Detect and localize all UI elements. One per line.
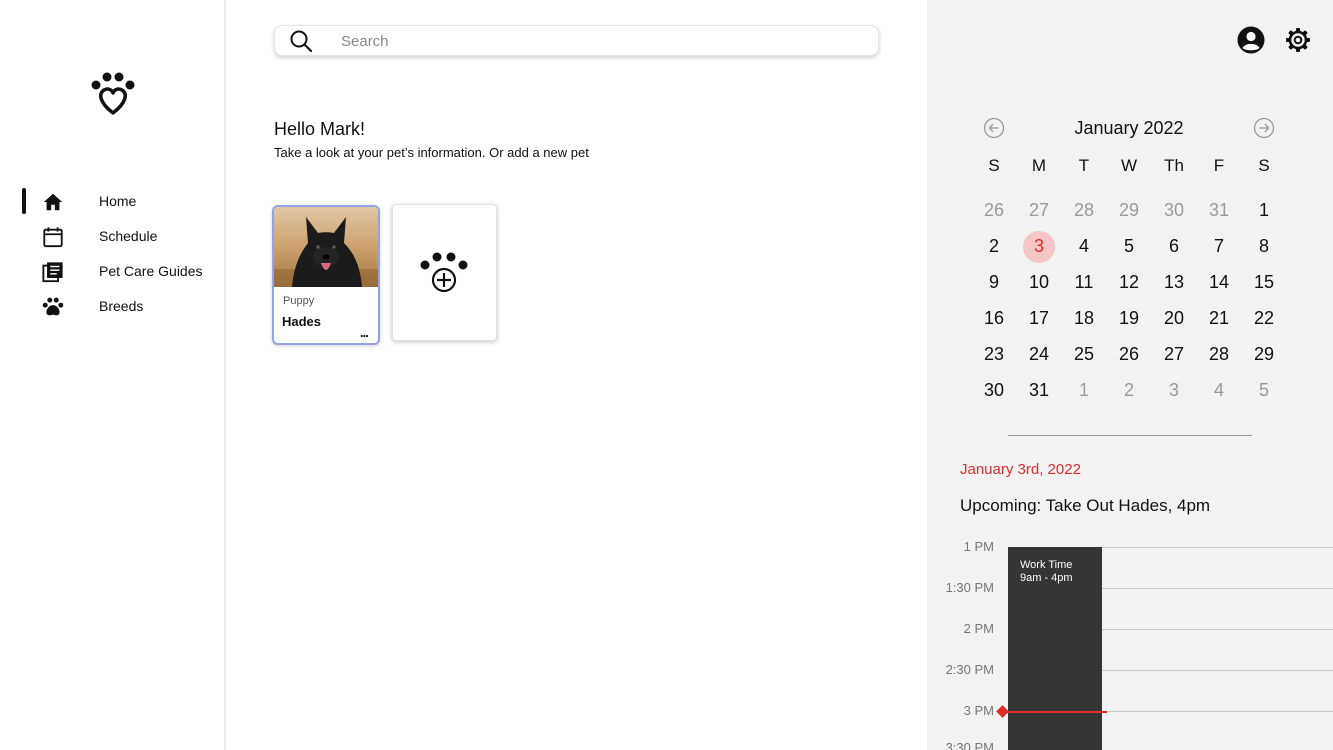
- calendar-day[interactable]: 12: [1112, 267, 1146, 297]
- time-label: 3 PM: [963, 703, 994, 718]
- calendar-day[interactable]: 28: [1202, 339, 1236, 369]
- calendar-day[interactable]: 19: [1112, 303, 1146, 333]
- sidebar-item-label: Breeds: [99, 298, 144, 314]
- time-label: 2 PM: [963, 621, 994, 636]
- pet-type: Puppy: [283, 295, 315, 307]
- add-pet-icon: [420, 252, 468, 293]
- time-label: 2:30 PM: [945, 662, 994, 677]
- calendar-day[interactable]: 1: [1067, 375, 1101, 405]
- calendar-icon: [43, 227, 63, 248]
- guides-icon: [42, 262, 63, 283]
- calendar-day[interactable]: 11: [1067, 267, 1101, 297]
- gear-icon[interactable]: [1285, 27, 1311, 53]
- calendar-month-title: January 2022: [1074, 118, 1184, 138]
- calendar-day[interactable]: 27: [1157, 339, 1191, 369]
- calendar-day[interactable]: 26: [1112, 339, 1146, 369]
- calendar-day[interactable]: 23: [977, 339, 1011, 369]
- sidebar-item-breeds[interactable]: Breeds: [0, 289, 224, 324]
- calendar-day[interactable]: 28: [1067, 195, 1101, 225]
- calendar-day[interactable]: 29: [1112, 195, 1146, 225]
- add-pet-card[interactable]: [392, 204, 497, 341]
- more-options-button[interactable]: ...: [360, 325, 369, 340]
- calendar-day[interactable]: 24: [1022, 339, 1056, 369]
- calendar-day[interactable]: 16: [977, 303, 1011, 333]
- pet-name: Hades: [282, 314, 322, 329]
- sidebar-item-schedule[interactable]: Schedule: [0, 219, 224, 254]
- weekday-header: S: [1258, 156, 1270, 175]
- current-time-line: [1005, 711, 1107, 713]
- calendar-day[interactable]: 15: [1247, 267, 1281, 297]
- calendar-day[interactable]: 22: [1247, 303, 1281, 333]
- home-icon: [43, 193, 63, 211]
- calendar-day[interactable]: 25: [1067, 339, 1101, 369]
- sidebar-item-label: Home: [99, 193, 137, 209]
- weekday-header: S: [988, 156, 1000, 175]
- sidebar-item-pet-care-guides[interactable]: Pet Care Guides: [0, 254, 224, 289]
- paw-heart-logo-icon: [91, 72, 135, 115]
- calendar-day[interactable]: 30: [977, 375, 1011, 405]
- sidebar-nav: Home Schedule Pet Care Guides Breeds: [0, 184, 224, 324]
- calendar-day[interactable]: 4: [1202, 375, 1236, 405]
- calendar-day[interactable]: 13: [1157, 267, 1191, 297]
- upcoming-event-text: Upcoming: Take Out Hades, 4pm: [960, 496, 1211, 515]
- time-label: 1:30 PM: [945, 580, 994, 595]
- calendar-day[interactable]: 7: [1202, 231, 1236, 261]
- pet-card-hades[interactable]: Puppy Hades ...: [272, 205, 380, 345]
- calendar-day[interactable]: 17: [1022, 303, 1056, 333]
- calendar-day[interactable]: 20: [1157, 303, 1191, 333]
- calendar-day[interactable]: 4: [1067, 231, 1101, 261]
- weekday-header: M: [1031, 156, 1047, 175]
- weekday-header: Th: [1164, 156, 1184, 175]
- calendar-day[interactable]: 3: [1157, 375, 1191, 405]
- pet-photo: [274, 207, 378, 287]
- calendar-day[interactable]: 26: [977, 195, 1011, 225]
- calendar-day[interactable]: 29: [1247, 339, 1281, 369]
- event-time: 9am - 4pm: [1020, 572, 1073, 584]
- calendar-day[interactable]: 2: [977, 231, 1011, 261]
- weekday-header: F: [1213, 156, 1225, 175]
- calendar-day[interactable]: 5: [1112, 231, 1146, 261]
- section-divider: [1008, 435, 1252, 436]
- prev-month-icon[interactable]: [983, 117, 1005, 139]
- calendar-day-today[interactable]: 3: [1022, 231, 1056, 261]
- sidebar-item-label: Pet Care Guides: [99, 263, 203, 279]
- paw-icon: [42, 297, 64, 316]
- calendar-day[interactable]: 10: [1022, 267, 1056, 297]
- selected-date: January 3rd, 2022: [960, 461, 1081, 478]
- next-month-icon[interactable]: [1253, 117, 1275, 139]
- profile-icon[interactable]: [1237, 26, 1265, 54]
- sidebar-item-label: Schedule: [99, 228, 158, 244]
- calendar-day[interactable]: 9: [977, 267, 1011, 297]
- weekday-header: W: [1120, 156, 1138, 175]
- calendar-day[interactable]: 1: [1247, 195, 1281, 225]
- sidebar-item-home[interactable]: Home: [0, 184, 224, 219]
- search-icon: [290, 30, 313, 53]
- sidebar: Home Schedule Pet Care Guides Breeds: [0, 0, 226, 750]
- calendar-day[interactable]: 2: [1112, 375, 1146, 405]
- time-label: 1 PM: [963, 539, 994, 554]
- right-panel: January 2022 S M T W Th F S 26 27 28 29 …: [927, 0, 1333, 750]
- calendar-day[interactable]: 18: [1067, 303, 1101, 333]
- greeting-title: Hello Mark!: [274, 119, 366, 139]
- calendar-day[interactable]: 27: [1022, 195, 1056, 225]
- calendar-day[interactable]: 8: [1247, 231, 1281, 261]
- calendar-day[interactable]: 31: [1022, 375, 1056, 405]
- calendar-day[interactable]: 14: [1202, 267, 1236, 297]
- weekday-header: T: [1078, 156, 1090, 175]
- search-input[interactable]: [341, 30, 861, 52]
- calendar-day[interactable]: 21: [1202, 303, 1236, 333]
- active-indicator: [22, 188, 26, 214]
- search-bar[interactable]: [274, 25, 879, 56]
- calendar-day[interactable]: 6: [1157, 231, 1191, 261]
- calendar-day[interactable]: 30: [1157, 195, 1191, 225]
- calendar-day[interactable]: 5: [1247, 375, 1281, 405]
- event-work-time[interactable]: Work Time 9am - 4pm: [1008, 547, 1102, 750]
- time-label: 3:30 PM: [945, 740, 994, 750]
- event-title: Work Time: [1020, 559, 1073, 571]
- calendar-day[interactable]: 31: [1202, 195, 1236, 225]
- current-time-marker: [996, 705, 1009, 718]
- greeting-subtext: Take a look at your pet’s information. O…: [274, 145, 589, 160]
